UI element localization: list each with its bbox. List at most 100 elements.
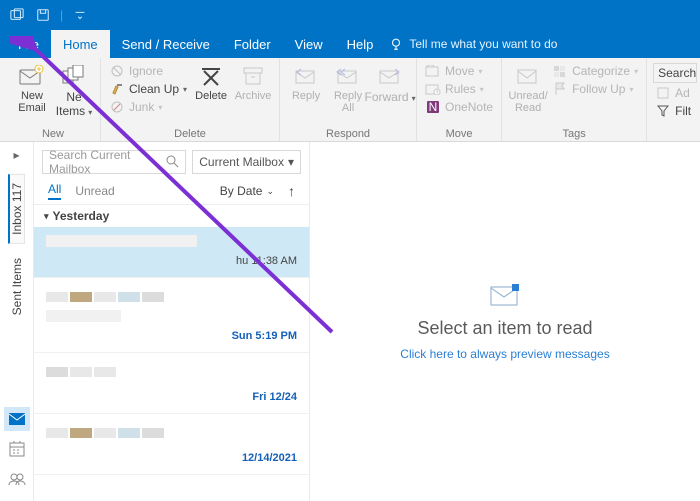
envelope-icon — [490, 283, 520, 310]
group-label-respond: Respond — [326, 128, 370, 140]
group-label-move: Move — [446, 128, 473, 140]
redacted-sender — [46, 428, 297, 438]
cleanup-icon — [109, 82, 125, 96]
archive-icon — [239, 63, 267, 89]
unread-read-icon — [514, 63, 542, 89]
tell-me-search[interactable]: Tell me what you want to do — [385, 30, 569, 58]
ribbon: New Email Ne Items ▾ New Ignore Clean Up… — [0, 58, 700, 142]
new-email-icon — [18, 63, 46, 89]
ignore-button[interactable]: Ignore — [107, 63, 189, 79]
separator: | — [60, 8, 63, 22]
delete-icon — [197, 63, 225, 89]
message-item[interactable]: Fri 12/24 — [34, 353, 309, 414]
nav-inbox[interactable]: Inbox 117 — [8, 174, 25, 244]
navigation-rail: ▸ Inbox 117 Sent Items — [0, 142, 34, 501]
junk-icon — [109, 100, 125, 114]
ignore-icon — [109, 64, 125, 78]
ribbon-group-respond: Reply Reply All Forward ▾ Respond — [280, 58, 417, 141]
svg-text:N: N — [429, 100, 438, 114]
onenote-icon: N — [425, 100, 441, 114]
address-book-button[interactable]: Ad — [653, 85, 697, 101]
tab-help[interactable]: Help — [335, 30, 386, 58]
nav-sent-items[interactable]: Sent Items — [10, 250, 24, 323]
archive-button[interactable]: Archive — [233, 61, 273, 103]
new-items-button[interactable]: Ne Items ▾ — [54, 61, 94, 118]
forward-icon — [376, 63, 404, 89]
redacted-sender — [46, 292, 297, 302]
reading-pane: Select an item to read Click here to alw… — [310, 142, 700, 501]
ribbon-group-new: New Email Ne Items ▾ New — [6, 58, 101, 141]
junk-button[interactable]: Junk ▾ — [107, 99, 189, 115]
app-icon — [6, 4, 28, 26]
forward-button[interactable]: Forward ▾ — [370, 61, 410, 105]
sort-by-date[interactable]: By Date ⌄ — [220, 184, 274, 198]
reply-icon — [292, 63, 320, 89]
search-placeholder: Search Current Mailbox — [47, 148, 165, 176]
categorize-icon — [552, 64, 568, 78]
categorize-button[interactable]: Categorize ▾ — [550, 63, 640, 79]
unread-read-button[interactable]: Unread/ Read — [508, 61, 548, 114]
message-time: 12/14/2021 — [46, 452, 297, 464]
rules-icon — [425, 82, 441, 96]
main-area: ▸ Inbox 117 Sent Items Search Current Ma… — [0, 142, 700, 501]
onenote-button[interactable]: N OneNote — [423, 99, 495, 115]
new-email-button[interactable]: New Email — [12, 61, 52, 114]
qat-dropdown-icon[interactable] — [69, 4, 91, 26]
menu-bar: File Home Send / Receive Folder View Hel… — [0, 30, 700, 58]
tab-view[interactable]: View — [283, 30, 335, 58]
tell-me-label: Tell me what you want to do — [409, 37, 557, 51]
tab-home[interactable]: Home — [51, 30, 110, 58]
title-bar: | — [0, 0, 700, 30]
redacted-sender — [46, 367, 297, 377]
redacted-subject — [46, 310, 121, 322]
tab-send-receive[interactable]: Send / Receive — [110, 30, 222, 58]
ribbon-group-delete: Ignore Clean Up ▾ Junk ▾ Delete — [101, 58, 280, 141]
message-list[interactable]: ▾ Yesterday hu 11:38 AM Sun 5:19 PM Fri … — [34, 205, 309, 501]
ribbon-group-move: Move ▾ Rules ▾ N OneNote Move — [417, 58, 502, 141]
cleanup-button[interactable]: Clean Up ▾ — [107, 81, 189, 97]
tab-folder[interactable]: Folder — [222, 30, 283, 58]
move-button[interactable]: Move ▾ — [423, 63, 495, 79]
message-time: Fri 12/24 — [46, 391, 297, 403]
new-items-icon — [60, 63, 88, 89]
delete-button[interactable]: Delete — [191, 61, 231, 103]
rules-button[interactable]: Rules ▾ — [423, 81, 495, 97]
preview-messages-link[interactable]: Click here to always preview messages — [400, 347, 609, 361]
reading-placeholder-title: Select an item to read — [417, 318, 592, 339]
tab-file[interactable]: File — [6, 30, 51, 58]
collapse-triangle-icon: ▾ — [44, 211, 49, 222]
filter-all[interactable]: All — [48, 182, 61, 200]
group-label-new: New — [42, 128, 64, 140]
follow-up-button[interactable]: Follow Up ▾ — [550, 81, 640, 97]
mail-module-icon[interactable] — [4, 407, 30, 431]
search-scope-dropdown[interactable]: Current Mailbox ▾ — [192, 150, 301, 174]
people-module-icon[interactable] — [4, 467, 30, 491]
filter-icon — [655, 104, 671, 118]
calendar-module-icon[interactable] — [4, 437, 30, 461]
move-icon — [425, 64, 441, 78]
filter-email-button[interactable]: Filt — [653, 103, 697, 119]
group-label-delete: Delete — [174, 128, 206, 140]
reply-all-button[interactable]: Reply All — [328, 61, 368, 114]
message-time: hu 11:38 AM — [46, 255, 297, 267]
filter-unread[interactable]: Unread — [75, 184, 114, 198]
message-item[interactable]: Sun 5:19 PM — [34, 278, 309, 353]
reply-all-icon — [334, 63, 362, 89]
group-label-tags: Tags — [562, 128, 585, 140]
expand-nav-icon[interactable]: ▸ — [0, 142, 33, 168]
quick-save-icon[interactable] — [32, 4, 54, 26]
date-group-header[interactable]: ▾ Yesterday — [34, 205, 309, 227]
search-icon[interactable] — [165, 154, 181, 171]
search-people-field[interactable]: Search — [653, 63, 697, 83]
flag-icon — [552, 82, 568, 96]
ribbon-group-tags: Unread/ Read Categorize ▾ Follow Up ▾ Ta… — [502, 58, 647, 141]
reply-button[interactable]: Reply — [286, 61, 326, 103]
message-item[interactable]: hu 11:38 AM — [34, 227, 309, 278]
search-input[interactable]: Search Current Mailbox — [42, 150, 186, 174]
message-time: Sun 5:19 PM — [46, 330, 297, 342]
sort-direction-toggle[interactable]: ↑ — [288, 183, 295, 199]
message-item[interactable]: 12/14/2021 — [34, 414, 309, 475]
message-list-pane: Search Current Mailbox Current Mailbox ▾… — [34, 142, 310, 501]
address-book-icon — [655, 86, 671, 100]
redacted-subject — [46, 235, 197, 247]
